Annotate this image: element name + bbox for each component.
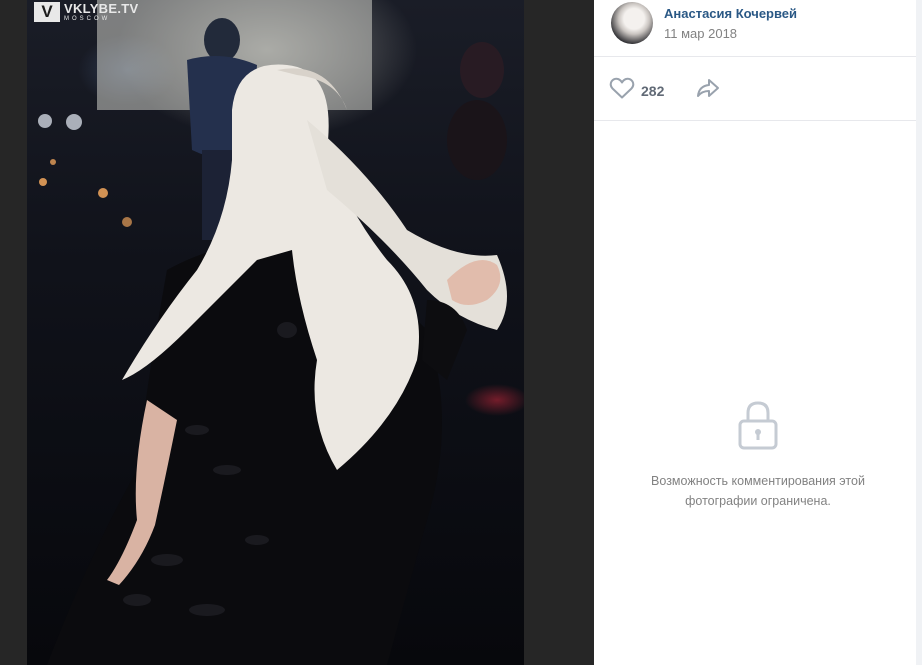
share-arrow-icon bbox=[695, 79, 721, 103]
comments-restricted-text: Возможность комментирования этой фотогра… bbox=[651, 474, 865, 508]
watermark-text: VKLYBE.TV MOSCOW bbox=[64, 2, 138, 22]
share-button[interactable] bbox=[695, 77, 721, 104]
author-header: Анастасия Кочервей 11 мар 2018 bbox=[594, 0, 916, 57]
author-name[interactable]: Анастасия Кочервей bbox=[664, 6, 797, 21]
post-date[interactable]: 11 мар 2018 bbox=[664, 26, 737, 41]
sidebar-edge bbox=[916, 0, 922, 665]
watermark-title: VKLYBE.TV bbox=[64, 1, 139, 16]
photo-illustration bbox=[38, 0, 507, 665]
heart-outline-icon bbox=[609, 77, 635, 104]
post-actions: 282 bbox=[594, 57, 916, 121]
avatar[interactable] bbox=[611, 2, 653, 44]
watermark: V VKLYBE.TV MOSCOW bbox=[34, 2, 138, 22]
like-count: 282 bbox=[641, 82, 665, 99]
photo-viewer: V VKLYBE.TV MOSCOW bbox=[0, 0, 594, 665]
watermark-logo: V bbox=[34, 2, 60, 22]
lock-icon bbox=[736, 401, 780, 454]
comments-restricted: Возможность комментирования этой фотогра… bbox=[594, 400, 922, 511]
like-button[interactable]: 282 bbox=[609, 77, 664, 104]
watermark-subtitle: MOSCOW bbox=[64, 16, 111, 22]
photo-sidebar: Анастасия Кочервей 11 мар 2018 282 Возмо… bbox=[594, 0, 922, 665]
photo[interactable]: V VKLYBE.TV MOSCOW bbox=[27, 0, 524, 665]
